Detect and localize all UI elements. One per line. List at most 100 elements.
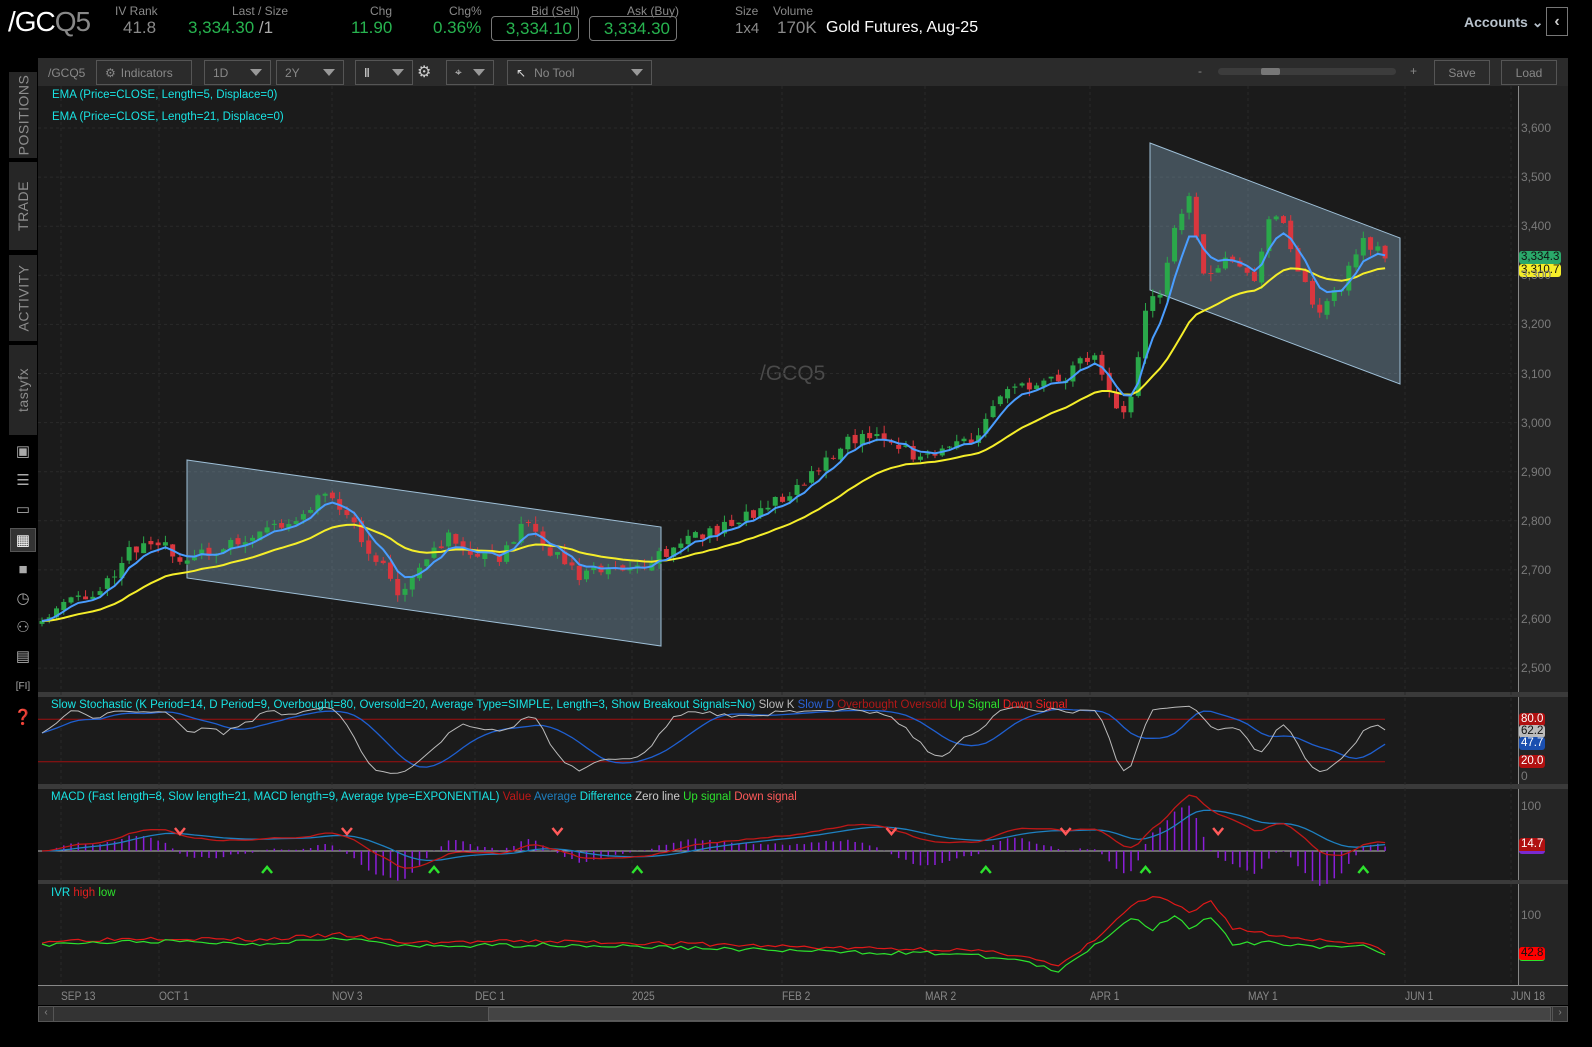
zoom-out-button[interactable]: - [1198, 64, 1202, 78]
candlestick-icon: Ⅱ [364, 65, 370, 80]
last-size-value: 3,334.30 /1 [188, 18, 273, 38]
load-button[interactable]: Load [1501, 60, 1557, 85]
candle-down [279, 523, 285, 528]
price-tick-label: 3,000 [1521, 415, 1552, 430]
candle-up [1375, 246, 1381, 251]
candle-down [366, 540, 372, 554]
candle-down [1368, 237, 1374, 250]
date-tick-label: DEC 1 [475, 989, 506, 1003]
zoom-slider[interactable] [1218, 68, 1396, 75]
range-select[interactable]: 2Y [276, 60, 344, 85]
size-value: 1x4 [735, 20, 760, 37]
scroll-left-icon[interactable]: ‹ [39, 1007, 54, 1021]
grid-icon[interactable]: ■ [10, 558, 36, 582]
candle-up [685, 535, 691, 545]
price-tick-label: 3,500 [1521, 170, 1552, 185]
date-tick-label: JUN 18 [1511, 989, 1546, 1003]
stoch-zero-tick: 0 [1521, 769, 1528, 783]
interval-select[interactable]: 1D [204, 60, 271, 85]
date-tick-label: OCT 1 [159, 989, 189, 1003]
horizontal-scrollbar[interactable]: ‹ › [38, 1006, 1568, 1022]
ivr-label: IVR high low [51, 887, 116, 899]
slow-d-line [41, 708, 1386, 768]
candle-down [801, 484, 807, 486]
candle-up [402, 588, 408, 595]
scrollbar-thumb[interactable] [488, 1007, 1551, 1021]
gear-icon[interactable]: ⚙ [417, 62, 431, 82]
price-tick-label: 3,100 [1521, 366, 1552, 381]
candle-down [329, 492, 335, 499]
candle-down [373, 555, 379, 562]
candle-up [990, 406, 996, 418]
list-icon[interactable]: ☰ [10, 469, 36, 493]
drawing-settings-select[interactable]: ⌖ [446, 60, 494, 85]
drawing-tool-select[interactable]: ↖ No Tool [507, 60, 652, 85]
indicators-button[interactable]: ⚙ Indicators [96, 60, 192, 85]
macd-params: MACD (Fast length=8, Slow length=21, MAC… [51, 791, 500, 803]
last-price-tag: 3,334.3 [1519, 251, 1562, 264]
range-value: 2Y [285, 65, 300, 80]
candle-up [743, 511, 749, 522]
sidebar-tab-trade[interactable]: TRADE [9, 162, 37, 250]
candle-up [68, 597, 74, 603]
candle-up [1215, 268, 1221, 273]
down-signal-arrow [340, 827, 353, 836]
collapse-panel-button[interactable]: ‹ [1546, 7, 1568, 36]
ivr-high-line [41, 895, 1386, 967]
help-icon[interactable]: ❓ [10, 706, 36, 730]
candle-up [765, 507, 771, 510]
candle-up [961, 438, 967, 442]
date-tick-label: FEB 2 [782, 989, 811, 1003]
up-signal-arrow [1139, 865, 1152, 874]
clock-icon[interactable]: ◷ [10, 587, 36, 611]
tab-label: POSITIONS [15, 74, 32, 156]
candle-up [511, 542, 517, 544]
candle-down [896, 444, 902, 449]
chart-canvas[interactable] [38, 86, 1568, 985]
fi-icon[interactable]: [FI] [10, 675, 36, 699]
candle-down [867, 432, 873, 439]
price-tick-label: 2,500 [1521, 661, 1552, 676]
calendar-icon[interactable]: ▤ [10, 645, 36, 669]
ema21-label: EMA (Price=CLOSE, Length=21, Displace=0) [52, 111, 284, 123]
down-signal-arrow [1212, 827, 1225, 836]
candle-down [816, 470, 822, 472]
save-button[interactable]: Save [1434, 60, 1490, 85]
chart-type-select[interactable]: Ⅱ [355, 60, 413, 85]
macd-100-tick: 100 [1521, 799, 1542, 813]
candle-down [1310, 280, 1315, 305]
accounts-menu[interactable]: Accounts ⌄ [1464, 14, 1543, 31]
watchlist-icon[interactable]: ▣ [10, 440, 36, 464]
size-label: Size [735, 4, 759, 18]
sidebar-tab-tastyfx[interactable]: tastyfx [9, 345, 37, 435]
tv-icon[interactable]: ▭ [10, 498, 36, 522]
ask-button[interactable]: 3,334.30 [589, 16, 677, 41]
stochastic-label: Slow Stochastic (K Period=14, D Period=9… [51, 699, 1067, 711]
sidebar-tab-activity[interactable]: ACTIVITY [9, 255, 37, 341]
last-size: /1 [258, 18, 274, 37]
up-signal-arrow [631, 865, 644, 874]
candle-up [692, 532, 698, 538]
up-signal-arrow [1357, 865, 1370, 874]
candle-up [838, 448, 844, 460]
sidebar-tab-positions[interactable]: POSITIONS [9, 72, 37, 158]
zoom-slider-thumb[interactable] [1260, 68, 1280, 75]
toolbar-symbol: /GCQ5 [48, 66, 86, 80]
gauge-icon: ⚙ [105, 65, 116, 80]
candle-up [1360, 238, 1366, 256]
candle-down [148, 541, 154, 545]
candle-down [1280, 216, 1286, 223]
last-size-label: Last / Size [232, 4, 289, 18]
price-tick-label: 3,300 [1521, 268, 1552, 283]
price-tick-label: 3,200 [1521, 317, 1552, 332]
chart-icon[interactable]: ▦ [10, 528, 36, 552]
legend-oversold: Oversold [900, 699, 947, 711]
price-tick-label: 2,800 [1521, 513, 1552, 528]
bid-button[interactable]: 3,334.10 [491, 16, 579, 41]
zoom-in-button[interactable]: + [1410, 64, 1417, 78]
candle-up [228, 539, 234, 549]
scroll-right-icon[interactable]: › [1552, 1007, 1567, 1021]
community-icon[interactable]: ⚇ [10, 616, 36, 640]
price-tick-label: 2,700 [1521, 562, 1552, 577]
candle-up [104, 578, 110, 589]
